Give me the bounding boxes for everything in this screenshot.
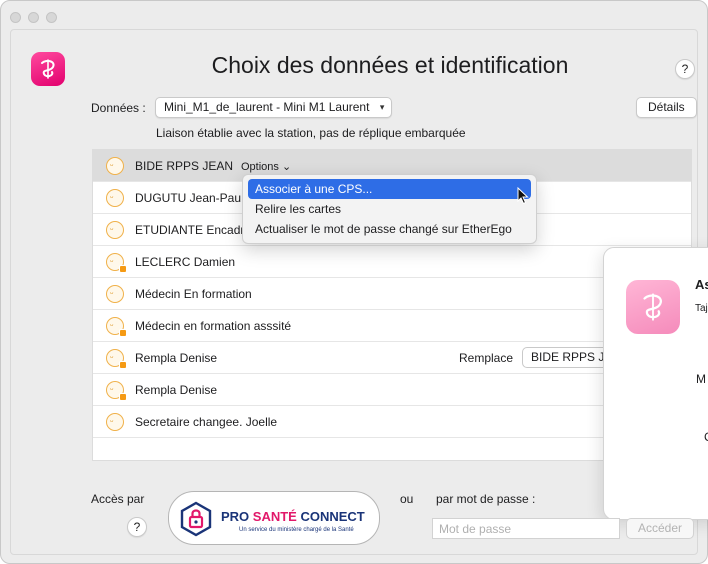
- user-row[interactable]: ᵕ Médecin En formation: [93, 278, 691, 310]
- user-name: DUGUTU Jean-Pau: [135, 191, 242, 205]
- app-logo-icon: [626, 280, 680, 334]
- user-name: Médecin En formation: [135, 287, 252, 301]
- options-menu: Associer à une CPS... Relire les cartes …: [242, 174, 537, 244]
- password-input[interactable]: [432, 518, 620, 539]
- user-name: BIDE RPPS JEAN: [135, 159, 234, 173]
- options-dropdown[interactable]: Options ⌄: [241, 160, 291, 173]
- help-button[interactable]: ?: [675, 59, 695, 79]
- password-label: par mot de passe :: [436, 492, 536, 506]
- data-label: Données :: [91, 101, 146, 115]
- acceder-button[interactable]: Accéder: [626, 518, 694, 539]
- panel-field-label: M: [696, 372, 706, 386]
- user-avatar-icon: ᵕ: [106, 285, 124, 303]
- user-row[interactable]: ᵕ LECLERC Damien: [93, 246, 691, 278]
- lock-icon: [119, 361, 127, 369]
- pro-sante-connect-logo-icon: [180, 501, 212, 537]
- replace-label: Remplace: [459, 351, 514, 365]
- app-logo-icon: [31, 52, 65, 86]
- psc-title: PRO SANTÉ CONNECT: [221, 509, 365, 524]
- user-avatar-icon: ᵕ: [106, 413, 124, 431]
- lock-icon: [119, 265, 127, 273]
- panel-field-label: C: [704, 430, 708, 444]
- panel-title: As: [695, 277, 708, 292]
- close-window-button[interactable]: [10, 12, 21, 23]
- menu-item-relire-cartes[interactable]: Relire les cartes: [248, 199, 531, 219]
- lock-icon: [119, 329, 127, 337]
- minimize-window-button[interactable]: [28, 12, 39, 23]
- chevron-down-icon: ⌄: [278, 161, 292, 173]
- zoom-window-button[interactable]: [46, 12, 57, 23]
- user-avatar-icon: ᵕ: [106, 349, 127, 369]
- user-row[interactable]: ᵕ Rempla Denise: [93, 374, 691, 406]
- options-label: Options: [241, 161, 279, 173]
- mouse-cursor-icon: [517, 187, 529, 205]
- chevron-down-icon: ▾: [379, 102, 385, 112]
- data-source-select[interactable]: Mini_M1_de_laurent - Mini M1 Laurent ▾: [155, 97, 393, 118]
- user-name: Rempla Denise: [135, 383, 218, 397]
- user-name: ETUDIANTE Encadr: [135, 223, 245, 237]
- user-avatar-icon: ᵕ: [106, 317, 127, 337]
- cps-association-panel: As Taj M C: [603, 247, 708, 520]
- data-source-value: Mini_M1_de_laurent - Mini M1 Laurent: [164, 100, 370, 114]
- details-button[interactable]: Détails: [636, 97, 697, 118]
- psc-subtitle: Un service du ministère chargé de la San…: [239, 527, 354, 533]
- user-row[interactable]: ᵕ Rempla Denise Remplace BIDE RPPS JI: [93, 342, 691, 374]
- page-title: Choix des données et identification: [211, 52, 569, 78]
- menu-item-actualiser-mot-de-passe[interactable]: Actualiser le mot de passe changé sur Et…: [248, 219, 531, 239]
- connection-status: Liaison établie avec la station, pas de …: [156, 126, 466, 140]
- pro-sante-connect-button[interactable]: PRO SANTÉ CONNECT Un service du ministèr…: [168, 491, 380, 545]
- panel-subtitle: Taj: [695, 303, 708, 314]
- user-row[interactable]: ᵕ Médecin en formation asssité: [93, 310, 691, 342]
- user-avatar-icon: ᵕ: [106, 157, 124, 175]
- user-name: LECLERC Damien: [135, 255, 236, 269]
- menu-item-associer-cps[interactable]: Associer à une CPS...: [248, 179, 531, 199]
- ou-label: ou: [400, 492, 414, 506]
- user-avatar-icon: ᵕ: [106, 189, 124, 207]
- user-name: Secretaire changee. Joelle: [135, 415, 278, 429]
- user-row[interactable]: ᵕ Secretaire changee. Joelle: [93, 406, 691, 438]
- help-button[interactable]: ?: [127, 517, 147, 537]
- user-avatar-icon: ᵕ: [106, 221, 124, 239]
- acces-par-label: Accès par: [91, 492, 145, 506]
- user-avatar-icon: ᵕ: [106, 253, 127, 273]
- user-name: Médecin en formation asssité: [135, 319, 292, 333]
- user-name: Rempla Denise: [135, 351, 218, 365]
- lock-icon: [119, 393, 127, 401]
- user-avatar-icon: ᵕ: [106, 381, 127, 401]
- title-bar: [1, 1, 707, 29]
